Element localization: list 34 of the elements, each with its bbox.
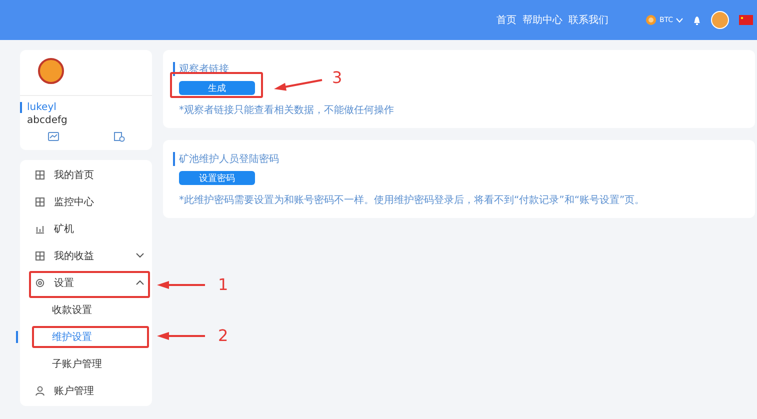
- chart-icon: [48, 132, 58, 142]
- step-number: 2: [218, 326, 228, 345]
- submenu-item[interactable]: 收款设置: [20, 296, 152, 323]
- action-button[interactable]: 设置密码: [179, 171, 255, 185]
- menu-item[interactable]: 我的收益: [20, 242, 152, 269]
- avatar: [38, 58, 64, 84]
- menu-item[interactable]: 账户管理: [20, 377, 152, 404]
- document-icon: [114, 132, 124, 142]
- note-text: *此维护密码需要设置为和账号密码不一样。使用维护密码登录后，将看不到“付款记录”和“账号设置”页。: [179, 194, 645, 207]
- arrow: [155, 331, 207, 341]
- username: lukeyl: [20, 102, 56, 113]
- subaccount-name: abcdefg: [26, 115, 68, 126]
- settings-icon: [35, 278, 45, 288]
- menu-item[interactable]: 监控中心: [20, 188, 152, 215]
- step-number: 1: [218, 275, 228, 294]
- action-button[interactable]: 生成: [179, 81, 255, 95]
- grid-icon: [35, 170, 45, 180]
- step-number: 3: [332, 68, 342, 87]
- menu-item[interactable]: 我的首页: [20, 161, 152, 188]
- chevron-down-icon: [676, 18, 683, 22]
- submenu-item[interactable]: 子账户管理: [20, 350, 152, 377]
- note-text: *观察者链接只能查看相关数据，不能做任何操作: [179, 104, 394, 117]
- avatar[interactable]: [711, 11, 729, 29]
- user-icon: [35, 386, 45, 396]
- menu-item[interactable]: 设置: [20, 269, 152, 296]
- grid-icon: [35, 250, 45, 260]
- section-title: 矿池维护人员登陆密码: [173, 152, 279, 166]
- bar-chart-icon: [35, 224, 45, 234]
- flag-icon: [739, 15, 753, 25]
- coin-icon: [646, 15, 656, 25]
- bell-icon: [693, 15, 701, 25]
- menu-item[interactable]: 矿机: [20, 215, 152, 242]
- grid-icon: [35, 196, 45, 206]
- arrow: [155, 280, 207, 290]
